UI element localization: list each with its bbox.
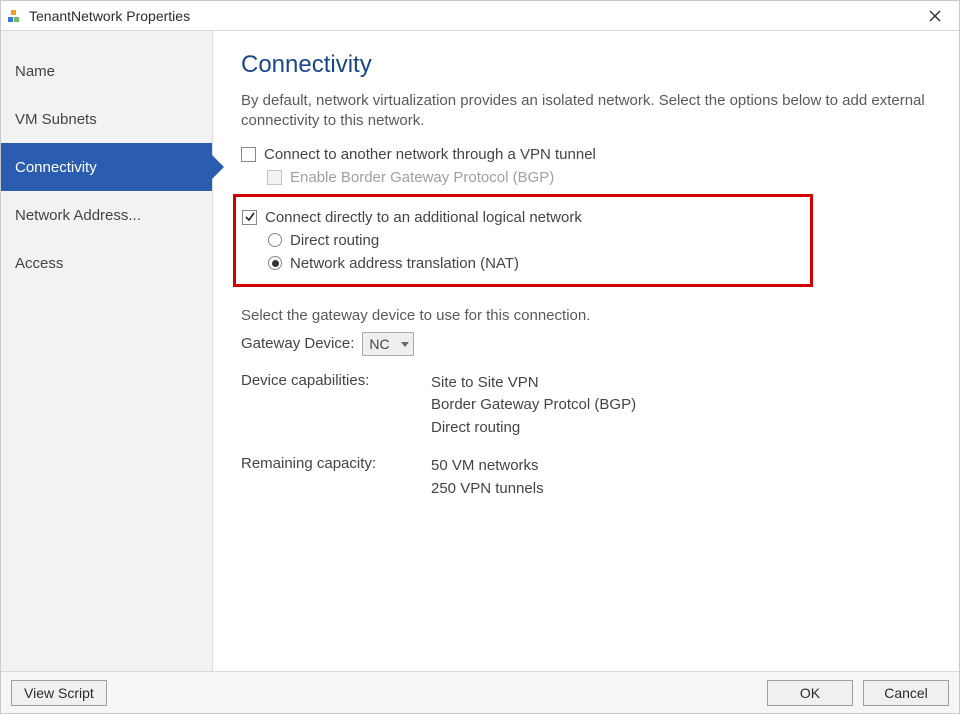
view-script-button[interactable]: View Script <box>11 680 107 706</box>
direct-routing-label: Direct routing <box>290 232 379 249</box>
vpn-tunnel-option[interactable]: Connect to another network through a VPN… <box>241 146 931 163</box>
page-heading: Connectivity <box>241 51 931 79</box>
close-icon <box>929 10 941 22</box>
sidebar-item-vm-subnets[interactable]: VM Subnets <box>1 95 212 143</box>
sidebar-item-name[interactable]: Name <box>1 47 212 95</box>
vpn-tunnel-label: Connect to another network through a VPN… <box>264 146 596 163</box>
device-capabilities-row: Device capabilities: Site to Site VPN Bo… <box>241 372 931 440</box>
view-script-label: View Script <box>24 685 94 701</box>
sidebar-item-connectivity[interactable]: Connectivity <box>1 143 212 191</box>
sidebar-item-label: Network Address... <box>15 207 141 224</box>
direct-routing-radio[interactable]: Direct routing <box>268 232 582 249</box>
gateway-device-row: Gateway Device: NC <box>241 332 931 356</box>
sidebar-item-label: VM Subnets <box>15 111 97 128</box>
highlight-annotation: Connect directly to an additional logica… <box>233 194 813 287</box>
radio-icon <box>268 256 282 270</box>
bgp-option: Enable Border Gateway Protocol (BGP) <box>267 169 931 186</box>
checkbox-icon <box>242 210 257 225</box>
window-title: TenantNetwork Properties <box>29 8 190 24</box>
close-button[interactable] <box>917 1 953 31</box>
app-icon <box>7 8 23 24</box>
page-description: By default, network virtualization provi… <box>241 91 931 132</box>
sidebar-item-access[interactable]: Access <box>1 239 212 287</box>
capability-item: Border Gateway Protcol (BGP) <box>431 394 636 417</box>
sidebar-item-network-address[interactable]: Network Address... <box>1 191 212 239</box>
remaining-capacity-values: 50 VM networks 250 VPN tunnels <box>431 455 544 500</box>
cancel-button[interactable]: Cancel <box>863 680 949 706</box>
checkbox-icon <box>241 147 256 162</box>
direct-connect-label: Connect directly to an additional logica… <box>265 209 582 226</box>
capability-item: Site to Site VPN <box>431 372 636 395</box>
capability-item: Direct routing <box>431 417 636 440</box>
chevron-down-icon <box>401 342 409 347</box>
titlebar: TenantNetwork Properties <box>1 1 959 31</box>
direct-connect-option[interactable]: Connect directly to an additional logica… <box>242 209 582 226</box>
device-capabilities-values: Site to Site VPN Border Gateway Protcol … <box>431 372 636 440</box>
capacity-item: 50 VM networks <box>431 455 544 478</box>
sidebar-nav: Name VM Subnets Connectivity Network Add… <box>1 31 213 671</box>
checkbox-icon <box>267 170 282 185</box>
cancel-label: Cancel <box>884 685 928 701</box>
radio-icon <box>268 233 282 247</box>
remaining-capacity-row: Remaining capacity: 50 VM networks 250 V… <box>241 455 931 500</box>
bgp-label: Enable Border Gateway Protocol (BGP) <box>290 169 554 186</box>
gateway-device-value: NC <box>369 336 389 352</box>
remaining-capacity-label: Remaining capacity: <box>241 455 431 500</box>
gateway-device-label: Gateway Device: <box>241 335 354 352</box>
gateway-device-select[interactable]: NC <box>362 332 414 356</box>
ok-button[interactable]: OK <box>767 680 853 706</box>
gateway-prompt: Select the gateway device to use for thi… <box>241 307 931 324</box>
ok-label: OK <box>800 685 820 701</box>
device-capabilities-label: Device capabilities: <box>241 372 431 440</box>
nat-label: Network address translation (NAT) <box>290 255 519 272</box>
nat-radio[interactable]: Network address translation (NAT) <box>268 255 582 272</box>
content-pane: Connectivity By default, network virtual… <box>213 31 959 671</box>
sidebar-item-label: Access <box>15 255 63 272</box>
capacity-item: 250 VPN tunnels <box>431 478 544 501</box>
sidebar-item-label: Connectivity <box>15 159 97 176</box>
dialog-footer: View Script OK Cancel <box>1 671 959 713</box>
properties-dialog: TenantNetwork Properties Name VM Subnets… <box>0 0 960 714</box>
sidebar-item-label: Name <box>15 63 55 80</box>
check-icon <box>245 212 255 222</box>
dialog-body: Name VM Subnets Connectivity Network Add… <box>1 31 959 671</box>
